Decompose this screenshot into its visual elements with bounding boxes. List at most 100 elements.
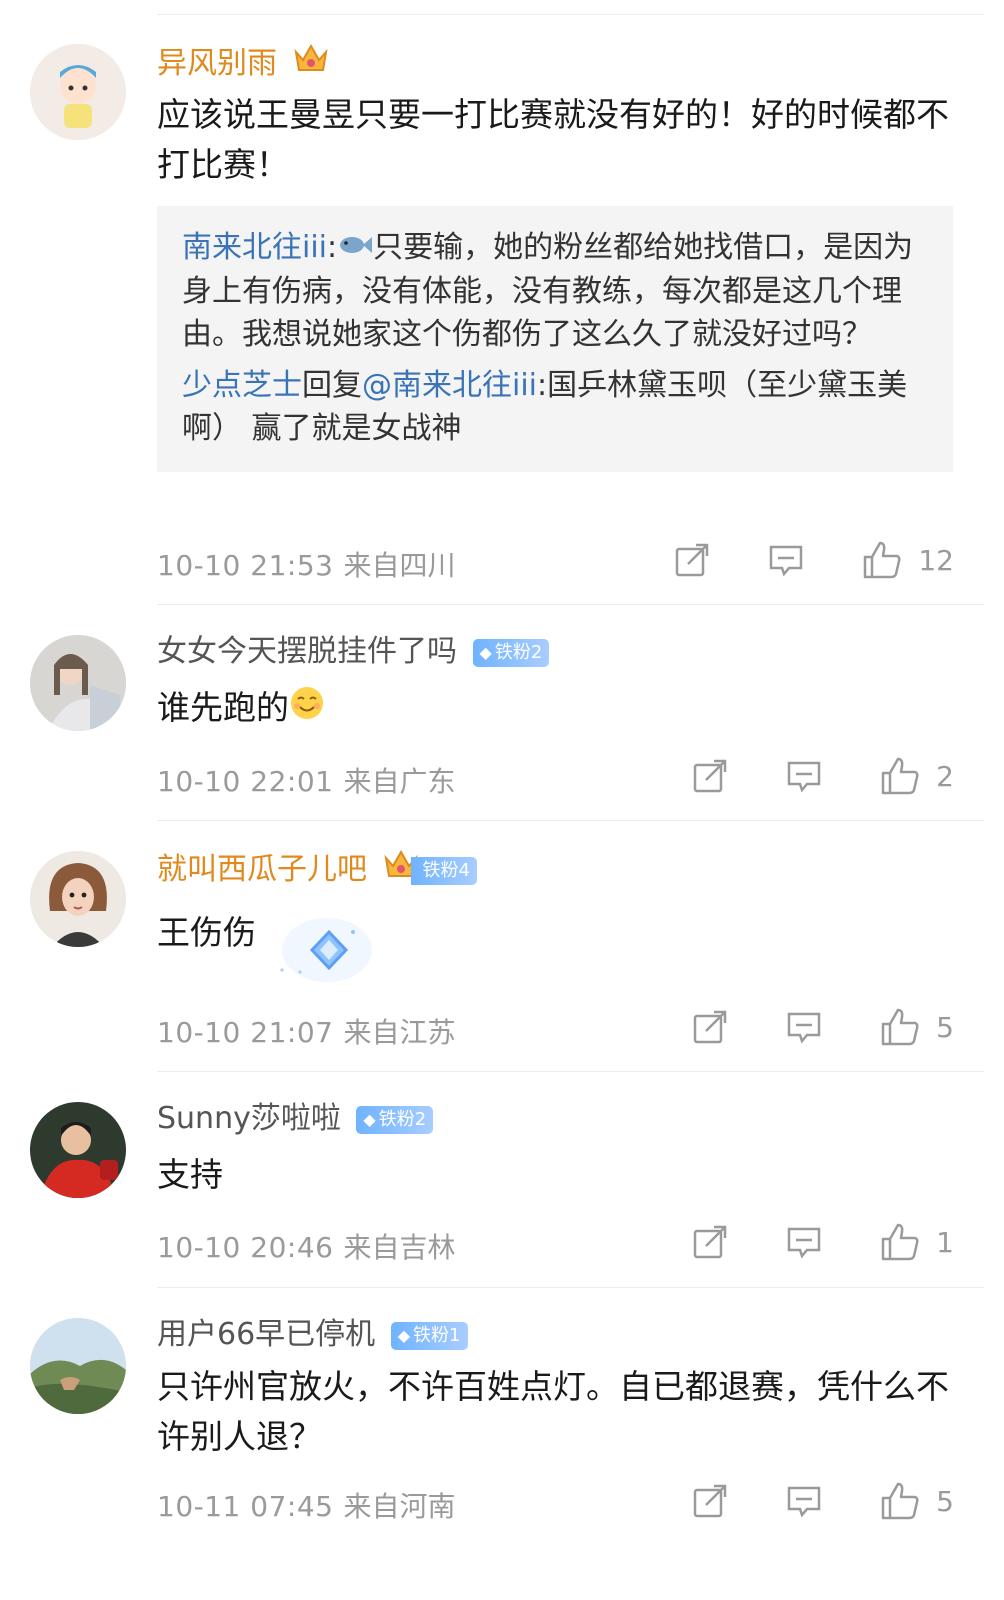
location: 来自吉林 xyxy=(343,1231,456,1264)
like-button[interactable]: 1 xyxy=(880,1222,954,1262)
vip-crown-icon xyxy=(293,42,329,87)
username-text[interactable]: Sunny莎啦啦 xyxy=(157,1101,341,1136)
vip-fan-badge[interactable]: 铁粉4 xyxy=(383,848,477,893)
timestamp: 10-10 21:07 xyxy=(157,1016,334,1049)
comment-divider xyxy=(157,820,984,821)
comment-divider xyxy=(157,1287,984,1288)
avatar[interactable] xyxy=(30,635,126,731)
comment-text: 支持 xyxy=(157,1155,223,1194)
share-button[interactable] xyxy=(674,542,710,578)
timestamp: 10-10 20:46 xyxy=(157,1231,334,1264)
reply-button[interactable] xyxy=(786,1483,822,1519)
share-button[interactable] xyxy=(692,1224,728,1260)
comment-actions: 5 xyxy=(692,1007,954,1047)
comment-actions: 12 xyxy=(674,540,954,580)
like-count: 5 xyxy=(936,1010,954,1044)
reply-button[interactable] xyxy=(786,758,822,794)
reply-button[interactable] xyxy=(786,1009,822,1045)
fan-badge-label: 铁粉2 xyxy=(494,641,543,663)
location: 来自广东 xyxy=(343,765,456,798)
thumbs-up-icon xyxy=(881,1223,919,1261)
like-button[interactable]: 5 xyxy=(880,1481,954,1521)
like-button[interactable]: 12 xyxy=(862,540,954,580)
fan-badge[interactable]: ◆ 铁粉2 xyxy=(472,638,550,667)
comment-text: 应该说王曼昱只要一打比赛就没有好的！好的时候都不打比赛！ xyxy=(157,95,949,184)
fan-badge-label: 铁粉1 xyxy=(413,1324,461,1346)
comment-meta: 10-10 21:07 来自江苏 xyxy=(157,1011,455,1051)
like-count: 5 xyxy=(936,1484,954,1518)
location: 来自江苏 xyxy=(343,1016,456,1049)
quoted-body: 南来北往iii: 只要输，她的粉丝都给她找借口，是因为身上有伤病，没有体能，没有教… xyxy=(182,226,929,356)
avatar[interactable] xyxy=(30,851,126,947)
location: 来自四川 xyxy=(343,549,456,582)
quoted-reply: 少点芝士回复@南来北往iii:国乒林黛玉呗（至少黛玉美啊） 赢了就是女战神 xyxy=(182,364,929,450)
quoted-sep: : xyxy=(327,230,338,265)
diamond-sticker-icon xyxy=(262,910,372,985)
avatar[interactable] xyxy=(30,1102,126,1198)
diamond-icon: ◆ xyxy=(479,642,492,662)
comment-meta: 10-10 20:46 来自吉林 xyxy=(157,1226,455,1266)
diamond-icon: ◆ xyxy=(397,1325,411,1345)
comment-meta: 10-10 21:53 来自四川 xyxy=(157,544,455,584)
like-button[interactable]: 2 xyxy=(880,756,954,796)
share-icon xyxy=(693,1225,727,1259)
comment-text-body: 谁先跑的 xyxy=(157,688,289,727)
fish-icon xyxy=(337,227,373,270)
share-icon xyxy=(676,543,709,577)
username-text[interactable]: 异风别雨 xyxy=(157,46,277,81)
username[interactable]: Sunny莎啦啦 ◆ 铁粉2 xyxy=(157,1099,434,1139)
username[interactable]: 女女今天摆脱挂件了吗 ◆ 铁粉2 xyxy=(157,632,550,672)
share-button[interactable] xyxy=(692,758,728,794)
diamond-icon: ◆ xyxy=(363,1109,376,1129)
fan-badge[interactable]: ◆ 铁粉1 xyxy=(390,1321,468,1350)
username-text[interactable]: 就叫西瓜子儿吧 xyxy=(157,852,367,887)
thumbs-up-icon xyxy=(881,1482,919,1520)
username-text[interactable]: 用户66早已停机 xyxy=(157,1317,375,1352)
comment-divider xyxy=(157,1071,984,1072)
comment-actions: 5 xyxy=(692,1481,954,1521)
quoted-author[interactable]: 南来北往iii xyxy=(182,230,327,265)
like-count: 1 xyxy=(936,1225,954,1259)
comment-meta: 10-11 07:45 来自河南 xyxy=(157,1485,455,1525)
share-button[interactable] xyxy=(692,1009,728,1045)
username-text[interactable]: 女女今天摆脱挂件了吗 xyxy=(157,634,457,669)
fan-badge-label: 铁粉2 xyxy=(378,1108,427,1130)
comment-divider xyxy=(157,604,984,605)
like-count: 12 xyxy=(918,543,954,577)
fan-badge[interactable]: 铁粉4 xyxy=(410,856,477,885)
comment-icon xyxy=(787,1012,821,1044)
username[interactable]: 用户66早已停机 ◆ 铁粉1 xyxy=(157,1315,468,1355)
share-button[interactable] xyxy=(692,1483,728,1519)
comment-actions: 2 xyxy=(692,756,954,796)
thumbs-up-icon xyxy=(881,757,919,795)
location: 来自河南 xyxy=(343,1490,456,1523)
comment-text: 只许州官放火，不许百姓点灯。自已都退赛，凭什么不许别人退？ xyxy=(157,1367,949,1456)
fan-badge[interactable]: ◆ 铁粉2 xyxy=(356,1105,434,1134)
reply-user[interactable]: 少点芝士 xyxy=(182,368,302,403)
fan-badge-label: 铁粉4 xyxy=(422,859,470,881)
comment-meta: 10-10 22:01 来自广东 xyxy=(157,760,455,800)
share-icon xyxy=(693,1010,727,1044)
comment-actions: 1 xyxy=(692,1222,954,1262)
reply-button[interactable] xyxy=(786,1224,822,1260)
timestamp: 10-10 21:53 xyxy=(157,549,334,582)
avatar[interactable] xyxy=(30,1318,126,1414)
comment-icon xyxy=(787,761,821,793)
share-icon xyxy=(693,1484,727,1518)
quoted-comment[interactable]: 南来北往iii: 只要输，她的粉丝都给她找借口，是因为身上有伤病，没有体能，没有教… xyxy=(157,206,953,472)
comment-icon xyxy=(770,545,803,577)
reply-button[interactable] xyxy=(768,542,804,578)
avatar[interactable] xyxy=(30,44,126,140)
timestamp: 10-11 07:45 xyxy=(157,1490,334,1523)
smiling-face-icon xyxy=(289,685,325,735)
username[interactable]: 异风别雨 xyxy=(157,42,329,87)
reply-word: 回复 xyxy=(302,368,362,403)
share-icon xyxy=(693,759,727,793)
username[interactable]: 就叫西瓜子儿吧 铁粉4 xyxy=(157,848,477,893)
reply-target[interactable]: @南来北往iii xyxy=(362,368,537,403)
like-button[interactable]: 5 xyxy=(880,1007,954,1047)
like-count: 2 xyxy=(936,759,954,793)
comment-icon xyxy=(787,1227,821,1259)
top-divider xyxy=(157,14,984,15)
comment-text: 谁先跑的 xyxy=(157,683,964,735)
